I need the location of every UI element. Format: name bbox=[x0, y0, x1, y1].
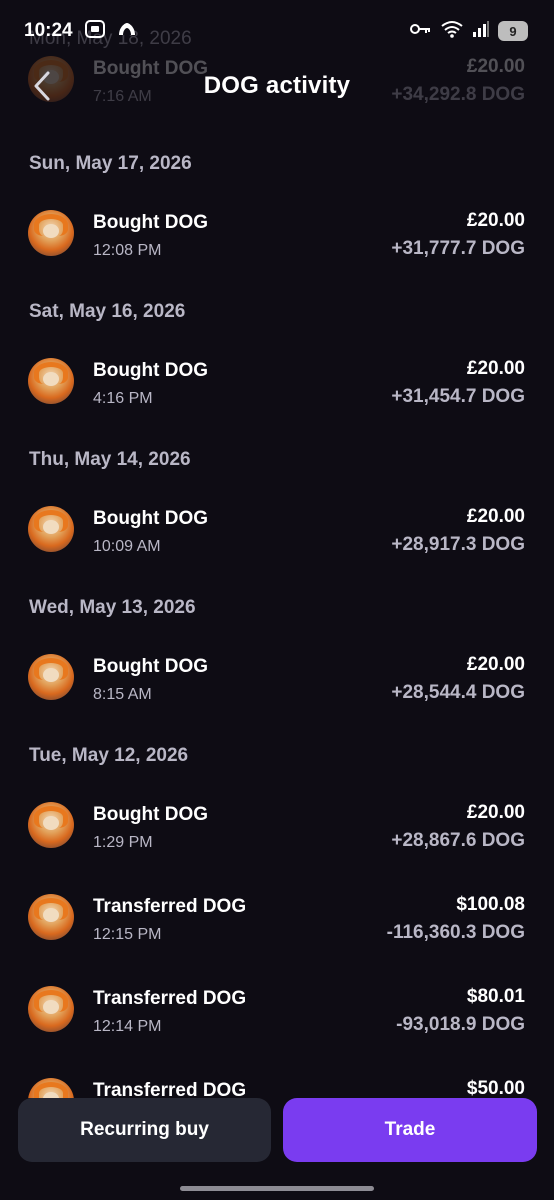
transaction-quantity: -93,018.9 DOG bbox=[396, 1014, 525, 1035]
date-header: Sun, May 17, 2026 bbox=[29, 153, 192, 174]
battery-icon: 9 bbox=[498, 21, 528, 41]
transaction-quantity: +28,867.6 DOG bbox=[391, 830, 525, 851]
status-right: 9 bbox=[410, 20, 528, 43]
transaction-title: Bought DOG bbox=[93, 804, 209, 825]
date-group: Thu, May 14, 2026 Bought DOG 10:09 AM £2… bbox=[0, 436, 554, 584]
transaction-title: Bought DOG bbox=[93, 508, 209, 529]
transaction-row[interactable]: Bought DOG 1:29 PM £20.00 +28,867.6 DOG bbox=[0, 780, 554, 872]
transaction-time: 12:15 PM bbox=[93, 926, 162, 943]
dog-token-avatar bbox=[28, 506, 74, 552]
transaction-amount: £20.00 bbox=[466, 654, 525, 675]
transaction-time: 10:09 AM bbox=[93, 538, 161, 555]
dog-token-avatar bbox=[28, 654, 74, 700]
status-left: 10:24 bbox=[24, 19, 137, 43]
date-group: Tue, May 12, 2026 Bought DOG 1:29 PM £20… bbox=[0, 732, 554, 1148]
page-title: DOG activity bbox=[203, 72, 351, 99]
dog-token-avatar bbox=[28, 894, 74, 940]
transaction-title: Bought DOG bbox=[93, 656, 209, 677]
transaction-row[interactable]: Bought DOG 4:16 PM £20.00 +31,454.7 DOG bbox=[0, 336, 554, 428]
transaction-row[interactable]: Bought DOG 8:15 AM £20.00 +28,544.4 DOG bbox=[0, 632, 554, 724]
transaction-row[interactable]: Bought DOG 12:08 PM £20.00 +31,777.7 DOG bbox=[0, 188, 554, 280]
transaction-time: 12:14 PM bbox=[93, 1018, 162, 1035]
dog-token-avatar bbox=[28, 210, 74, 256]
trade-button[interactable]: Trade bbox=[283, 1098, 537, 1162]
home-indicator[interactable] bbox=[180, 1186, 374, 1191]
transaction-amount: £20.00 bbox=[466, 358, 525, 379]
cloud-icon bbox=[117, 21, 137, 42]
transaction-time: 4:16 PM bbox=[93, 390, 153, 407]
transaction-amount: £20.00 bbox=[466, 210, 525, 231]
date-group: Sun, May 17, 2026 Bought DOG 12:08 PM £2… bbox=[0, 140, 554, 288]
date-header: Wed, May 13, 2026 bbox=[29, 597, 196, 618]
transaction-quantity: +28,917.3 DOG bbox=[391, 534, 525, 555]
recurring-buy-button[interactable]: Recurring buy bbox=[18, 1098, 271, 1162]
transaction-title: Transferred DOG bbox=[93, 896, 247, 917]
transaction-amount: £20.00 bbox=[466, 506, 525, 527]
date-header: Tue, May 12, 2026 bbox=[29, 745, 189, 766]
back-button[interactable] bbox=[22, 62, 62, 110]
transaction-amount: $100.08 bbox=[456, 894, 525, 915]
transaction-quantity: +31,777.7 DOG bbox=[391, 238, 525, 259]
dog-token-avatar bbox=[28, 358, 74, 404]
transaction-quantity: +28,544.4 DOG bbox=[391, 682, 525, 703]
key-icon bbox=[410, 22, 432, 41]
date-header: Sat, May 16, 2026 bbox=[29, 301, 186, 322]
status-bar: 10:24 9 bbox=[0, 0, 554, 62]
transaction-amount: $50.00 bbox=[466, 1078, 525, 1099]
transaction-time: 12:08 PM bbox=[93, 242, 162, 259]
transaction-time: 8:15 AM bbox=[93, 686, 152, 703]
dog-token-avatar bbox=[28, 802, 74, 848]
transaction-row[interactable]: Transferred DOG 12:14 PM $80.01 -93,018.… bbox=[0, 964, 554, 1056]
transaction-title: Transferred DOG bbox=[93, 988, 247, 1009]
transaction-quantity: +31,454.7 DOG bbox=[391, 386, 525, 407]
transaction-amount: £20.00 bbox=[466, 802, 525, 823]
status-time: 10:24 bbox=[24, 20, 73, 41]
transaction-title: Bought DOG bbox=[93, 212, 209, 233]
chevron-left-icon bbox=[34, 71, 50, 101]
header: DOG activity bbox=[0, 58, 554, 114]
date-header: Thu, May 14, 2026 bbox=[29, 449, 191, 470]
transaction-quantity: -116,360.3 DOG bbox=[386, 922, 525, 943]
signal-icon bbox=[472, 20, 490, 43]
date-group: Wed, May 13, 2026 Bought DOG 8:15 AM £20… bbox=[0, 584, 554, 732]
wifi-icon bbox=[440, 20, 464, 43]
transaction-row[interactable]: Transferred DOG 12:15 PM $100.08 -116,36… bbox=[0, 872, 554, 964]
dog-token-avatar bbox=[28, 986, 74, 1032]
transaction-time: 1:29 PM bbox=[93, 834, 153, 851]
activity-list: Sun, May 17, 2026 Bought DOG 12:08 PM £2… bbox=[0, 140, 554, 1148]
transaction-amount: $80.01 bbox=[466, 986, 525, 1007]
transaction-row[interactable]: Bought DOG 10:09 AM £20.00 +28,917.3 DOG bbox=[0, 484, 554, 576]
date-group: Sat, May 16, 2026 Bought DOG 4:16 PM £20… bbox=[0, 288, 554, 436]
transaction-title: Bought DOG bbox=[93, 360, 209, 381]
bottom-action-bar: Recurring buy Trade bbox=[0, 1098, 554, 1200]
screenshot-icon bbox=[84, 19, 105, 43]
